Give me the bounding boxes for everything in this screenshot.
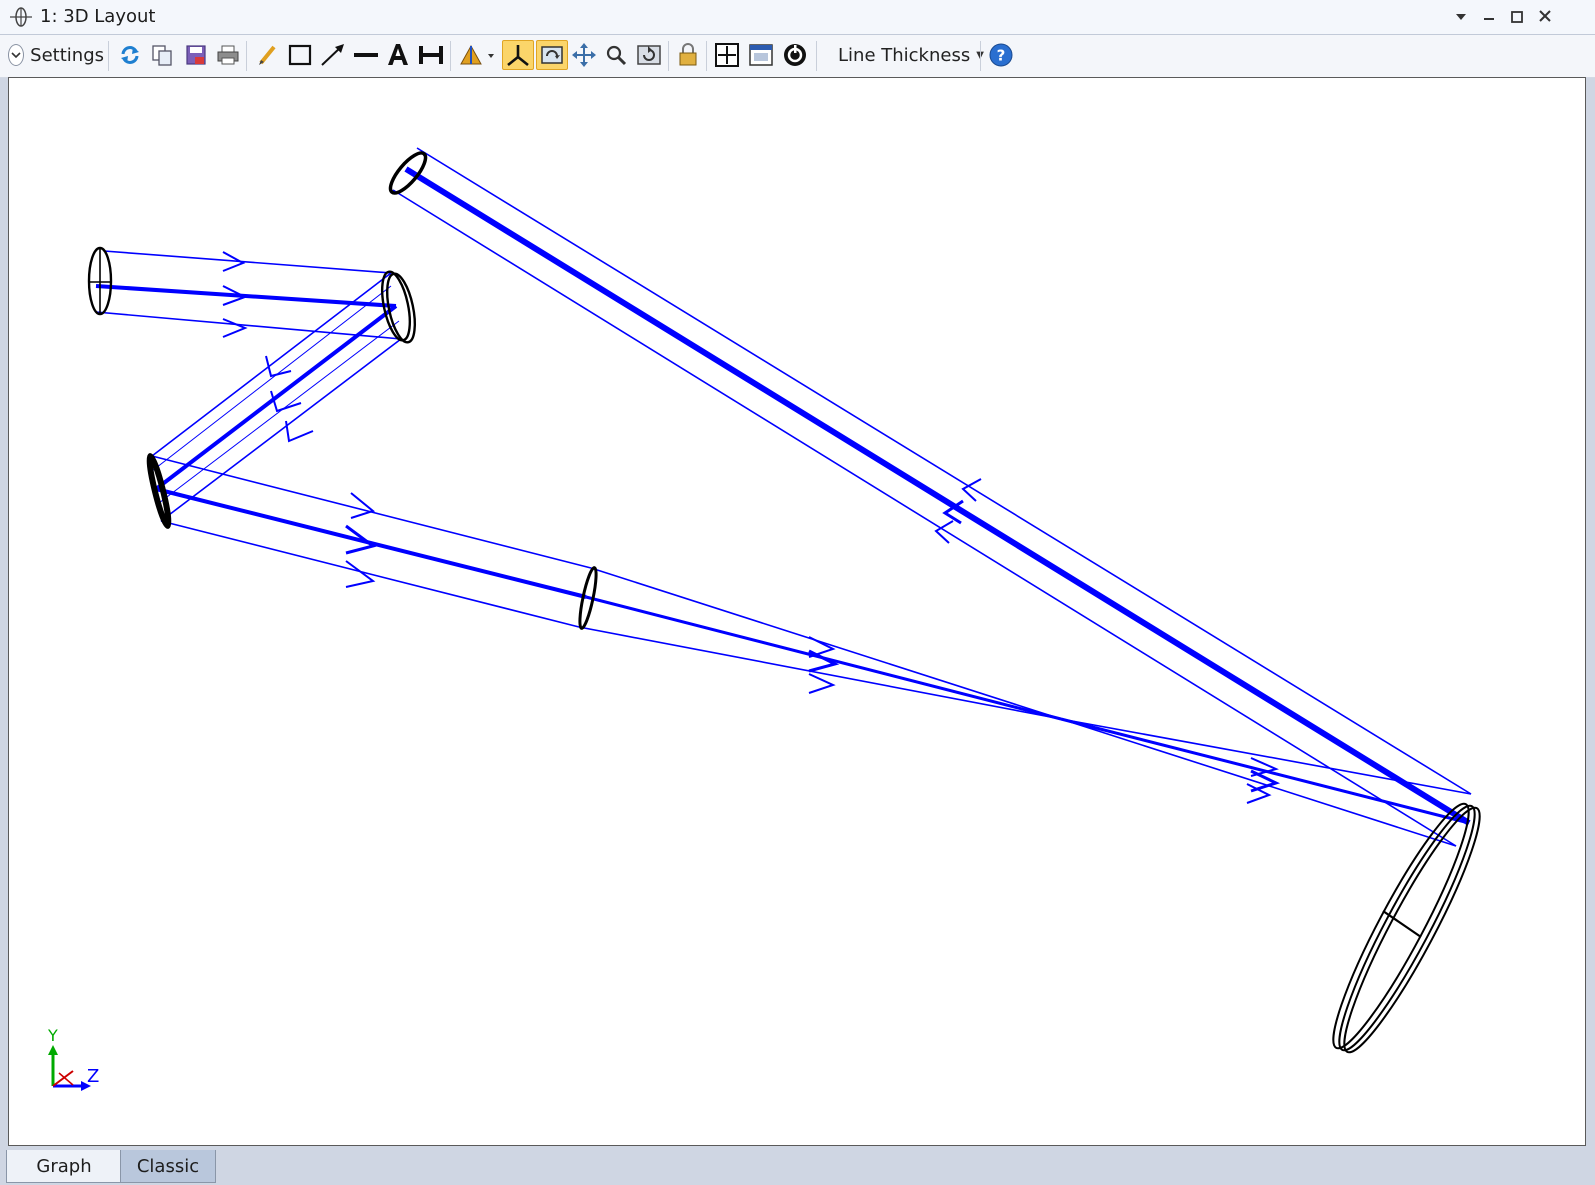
help-icon[interactable]: ? (986, 40, 1016, 70)
maximize-icon[interactable] (1504, 6, 1530, 28)
pan-icon[interactable] (570, 40, 598, 70)
separator (108, 41, 109, 71)
fit-icon[interactable] (712, 40, 742, 70)
save-icon[interactable] (182, 40, 210, 70)
axis-y-label: Y (47, 1026, 58, 1045)
line-thickness-label: Line Thickness (838, 44, 971, 66)
copy-icon[interactable] (148, 40, 176, 70)
print-icon[interactable] (214, 40, 242, 70)
chevron-down-icon (8, 44, 25, 66)
minimize-icon[interactable] (1476, 6, 1502, 28)
title-bar: 1: 3D Layout (0, 0, 1595, 35)
separator (246, 41, 247, 71)
lens-icon (10, 6, 32, 28)
tab-classic-label: Classic (136, 1155, 200, 1177)
axis-z-label: Z (87, 1066, 99, 1087)
zoom-icon[interactable] (602, 40, 630, 70)
svg-text:?: ? (997, 47, 1006, 65)
separator (816, 41, 817, 71)
rectangle-icon[interactable] (286, 40, 314, 70)
line-icon[interactable] (352, 40, 380, 70)
separator (706, 41, 707, 71)
axes-indicator: Y Z (47, 1026, 99, 1091)
window-title: 1: 3D Layout (40, 6, 156, 27)
axes-icon[interactable] (502, 40, 534, 70)
close-icon[interactable] (1532, 6, 1558, 28)
layout-canvas[interactable]: Y Z (8, 77, 1586, 1146)
settings-label: Settings (30, 44, 104, 66)
pencil-icon[interactable] (254, 40, 282, 70)
rotate-axis-icon[interactable] (456, 40, 498, 70)
toolbar: Settings Line Thickness ? (0, 35, 1595, 78)
dimension-icon[interactable] (416, 40, 446, 70)
text-icon[interactable] (384, 40, 412, 70)
settings-button[interactable]: Settings (8, 40, 104, 70)
line-thickness-dropdown[interactable]: Line Thickness ▼ (838, 40, 984, 70)
window-icon[interactable] (746, 40, 776, 70)
separator (668, 41, 669, 71)
tab-classic[interactable]: Classic (120, 1150, 216, 1183)
tab-graph-label: Graph (36, 1155, 92, 1177)
arrow-icon[interactable] (318, 40, 348, 70)
tab-graph[interactable]: Graph (6, 1150, 122, 1183)
tab-bar: Graph Classic (0, 1150, 1595, 1185)
reset-view-icon[interactable] (634, 40, 664, 70)
optical-elements (87, 151, 1481, 1054)
auto-rotate-icon[interactable] (536, 40, 568, 70)
separator (980, 41, 981, 71)
lock-icon[interactable] (674, 40, 702, 70)
layer-icon[interactable] (780, 40, 810, 70)
dropdown-icon[interactable] (1448, 6, 1474, 28)
refresh-icon[interactable] (116, 40, 144, 70)
ray-bundles (95, 147, 1472, 847)
separator (450, 41, 451, 71)
